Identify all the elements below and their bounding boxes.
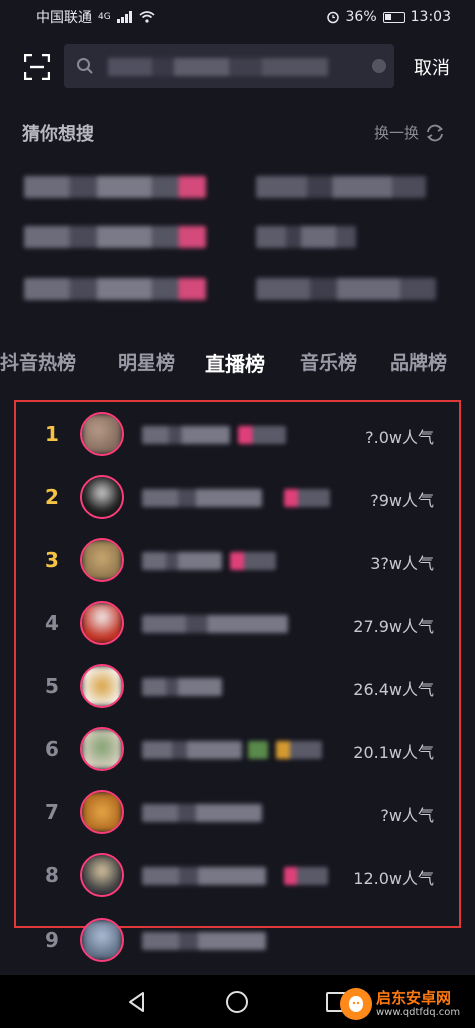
ranking-row[interactable]: 9	[0, 910, 475, 974]
search-header: 取消	[0, 42, 475, 92]
refresh-label: 换一换	[374, 124, 420, 142]
search-input[interactable]	[64, 44, 394, 88]
network-label: 4G	[98, 12, 111, 22]
refresh-icon	[426, 124, 444, 141]
popularity: ?9w人气	[370, 491, 434, 510]
streamer-tag	[238, 426, 286, 444]
suggestion-item[interactable]	[24, 278, 206, 300]
popularity: ?.0w人气	[365, 428, 434, 447]
avatar	[80, 664, 124, 708]
rank-number: 3	[45, 548, 59, 572]
suggestion-item[interactable]	[256, 278, 436, 300]
streamer-name	[142, 741, 242, 759]
scan-icon[interactable]	[24, 54, 50, 80]
tab-douyin-hot[interactable]: 抖音热榜	[0, 348, 76, 375]
ranking-row[interactable]: 5 26.4w人气	[0, 656, 475, 720]
refresh-button[interactable]: 换一换	[374, 122, 445, 143]
ranking-row[interactable]: 4 27.9w人气	[0, 593, 475, 657]
rank-number: 1	[45, 422, 59, 446]
rank-number: 6	[45, 737, 59, 761]
status-bar: 中国联通 4G 36% 13:03	[0, 0, 475, 34]
section-title: 猜你想搜	[22, 124, 94, 145]
signal-icon	[116, 11, 132, 23]
carrier-label: 中国联通	[36, 10, 92, 26]
watermark-url: www.qdtfdq.com	[376, 1006, 461, 1018]
rank-number: 8	[45, 863, 59, 887]
suggestion-item[interactable]	[256, 176, 426, 198]
clear-icon[interactable]	[372, 59, 386, 73]
popularity: 3?w人气	[370, 554, 434, 573]
streamer-name	[142, 867, 266, 885]
wifi-icon	[139, 11, 155, 23]
tab-live[interactable]: 直播榜	[205, 348, 265, 377]
home-icon[interactable]	[226, 991, 248, 1013]
streamer-name	[142, 804, 262, 822]
search-icon	[77, 58, 93, 74]
popularity: 26.4w人气	[353, 680, 434, 699]
battery-percent: 36%	[345, 9, 377, 25]
rank-number: 2	[45, 485, 59, 509]
avatar	[80, 475, 124, 519]
streamer-name	[142, 552, 222, 570]
alarm-icon	[326, 11, 339, 24]
avatar	[80, 790, 124, 834]
tab-music[interactable]: 音乐榜	[300, 348, 357, 375]
tab-brand[interactable]: 品牌榜	[390, 348, 447, 375]
avatar	[80, 601, 124, 645]
popularity: 12.0w人气	[353, 869, 434, 888]
streamer-tag	[284, 867, 328, 885]
ranking-row[interactable]: 2 ?9w人气	[0, 467, 475, 531]
ranking-row[interactable]: 6 20.1w人气	[0, 719, 475, 783]
streamer-name	[142, 489, 262, 507]
back-icon[interactable]	[126, 991, 148, 1013]
streamer-tag	[276, 741, 322, 759]
streamer-tag	[230, 552, 276, 570]
battery-icon	[382, 11, 405, 23]
avatar	[80, 918, 124, 962]
rank-number: 4	[45, 611, 59, 635]
popularity: 27.9w人气	[353, 617, 434, 636]
avatar	[80, 853, 124, 897]
watermark: 启东安卓网 www.qdtfdq.com	[340, 984, 470, 1024]
rank-number: 7	[45, 800, 59, 824]
streamer-name	[142, 615, 288, 633]
streamer-name	[142, 426, 230, 444]
rank-number: 9	[45, 928, 59, 952]
popularity: ?w人气	[380, 806, 434, 825]
search-query-text	[108, 58, 328, 76]
ranking-row[interactable]: 7 ?w人气	[0, 782, 475, 846]
clock: 13:03	[410, 9, 451, 25]
cancel-button[interactable]: 取消	[414, 54, 450, 80]
suggestion-item[interactable]	[24, 226, 206, 248]
suggestion-item[interactable]	[24, 176, 206, 198]
streamer-name	[142, 932, 266, 950]
streamer-name	[142, 678, 222, 696]
watermark-logo-icon	[340, 988, 372, 1020]
streamer-tag	[248, 741, 268, 759]
popularity: 20.1w人气	[353, 743, 434, 762]
ranking-row[interactable]: 8 12.0w人气	[0, 845, 475, 909]
ranking-tabs: 抖音热榜 明星榜 直播榜 音乐榜 品牌榜	[0, 340, 475, 384]
watermark-title: 启东安卓网	[376, 989, 452, 1008]
avatar	[80, 727, 124, 771]
rank-number: 5	[45, 674, 59, 698]
streamer-tag	[284, 489, 330, 507]
ranking-row[interactable]: 1 ?.0w人气	[0, 404, 475, 468]
suggestion-item[interactable]	[256, 226, 356, 248]
avatar	[80, 412, 124, 456]
avatar	[80, 538, 124, 582]
tab-star[interactable]: 明星榜	[118, 348, 175, 375]
ranking-row[interactable]: 3 3?w人气	[0, 530, 475, 594]
